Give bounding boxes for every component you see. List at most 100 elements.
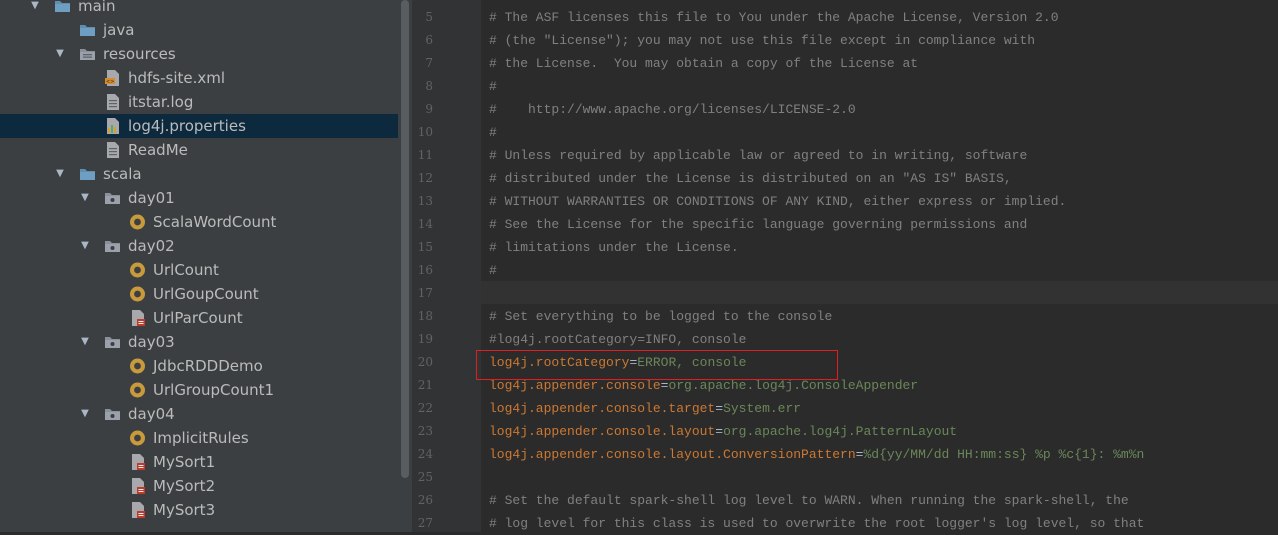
line-number: 26: [417, 493, 433, 507]
tree-scrollbar-thumb[interactable]: [401, 0, 409, 478]
scala-object-icon: [129, 213, 146, 231]
tree-item[interactable]: ▼ resources: [0, 42, 398, 66]
line-number: 25: [417, 470, 433, 484]
tree-item-label: UrlGroupCount1: [153, 381, 275, 399]
code-line[interactable]: # distributed under the License is distr…: [489, 167, 1012, 190]
tree-item[interactable]: <> hdfs-site.xml: [0, 66, 398, 90]
project-tree[interactable]: ▼ main java ▼ resources <> hdfs-site.xml itstar…: [0, 0, 398, 532]
tree-item-label: ScalaWordCount: [153, 213, 277, 231]
line-number: 5: [425, 10, 433, 24]
scala-file-icon: [129, 453, 146, 471]
code-line[interactable]: #: [489, 121, 497, 144]
tree-item[interactable]: ReadMe: [0, 138, 398, 162]
scala-file-icon: [129, 309, 146, 327]
tree-item-label: scala: [103, 165, 142, 183]
code-line[interactable]: # limitations under the License.: [489, 236, 739, 259]
tree-item[interactable]: ▼ day04: [0, 402, 398, 426]
code-line[interactable]: # Unless required by applicable law or a…: [489, 144, 1027, 167]
tree-item[interactable]: java: [0, 18, 398, 42]
tree-item[interactable]: ImplicitRules: [0, 426, 398, 450]
tree-item-label: day03: [128, 333, 175, 351]
tree-item[interactable]: ▼ day02: [0, 234, 398, 258]
code-line[interactable]: # WITHOUT WARRANTIES OR CONDITIONS OF AN…: [489, 190, 1066, 213]
line-number: 23: [417, 424, 433, 438]
code-line[interactable]: # The ASF licenses this file to You unde…: [489, 6, 1059, 29]
code-line[interactable]: log4j.appender.console.layout=org.apache…: [489, 420, 957, 443]
tree-item-label: ImplicitRules: [153, 429, 249, 447]
code-line[interactable]: #log4j.rootCategory=INFO, console: [489, 328, 746, 351]
expand-arrow-icon[interactable]: ▼: [79, 186, 91, 210]
code-line[interactable]: # Set the default spark-shell log level …: [489, 489, 1129, 512]
tree-item-label: MySort3: [153, 501, 216, 519]
code-token: # See the License for the specific langu…: [489, 217, 1028, 232]
line-number: 13: [417, 194, 433, 208]
text-file-icon: [104, 93, 121, 111]
tree-item-label: day01: [128, 189, 175, 207]
code-token: log4j.appender.console.layout: [489, 424, 716, 439]
resources-folder-icon: [79, 45, 96, 63]
expand-arrow-icon[interactable]: ▼: [79, 234, 91, 258]
code-token: =: [715, 401, 724, 416]
folder-icon: [54, 0, 71, 15]
tree-item[interactable]: ▼ day03: [0, 330, 398, 354]
code-line[interactable]: #: [489, 259, 497, 282]
line-number: 9: [425, 102, 433, 116]
code-token: log4j.appender.console.target: [489, 401, 716, 416]
expand-arrow-icon[interactable]: ▼: [79, 330, 91, 354]
tree-item-label: UrlCount: [153, 261, 219, 279]
line-number: 15: [417, 240, 433, 254]
code-token: org.apache.log4j.ConsoleAppender: [668, 378, 919, 393]
package-icon: [104, 333, 121, 351]
code-token: log4j.appender.console.layout.Conversion…: [489, 447, 856, 462]
code-line[interactable]: # the License. You may obtain a copy of …: [489, 52, 918, 75]
tree-item[interactable]: log4j.properties: [0, 114, 398, 138]
code-line[interactable]: # See the License for the specific langu…: [489, 213, 1027, 236]
scala-object-icon: [129, 261, 146, 279]
tree-item-label: day04: [128, 405, 175, 423]
tree-item[interactable]: MySort3: [0, 498, 398, 522]
code-token: org.apache.log4j.PatternLayout: [723, 424, 958, 439]
code-token: # The ASF licenses this file to You unde…: [489, 10, 1059, 25]
tree-item[interactable]: MySort2: [0, 474, 398, 498]
code-token: #: [489, 263, 497, 278]
expand-arrow-icon[interactable]: ▼: [29, 0, 41, 18]
code-token: # limitations under the License.: [489, 240, 739, 255]
tree-item[interactable]: UrlGroupCount1: [0, 378, 398, 402]
text-file-icon: [104, 141, 121, 159]
code-line[interactable]: log4j.appender.console.target=System.err: [489, 397, 801, 420]
tree-item-label: resources: [103, 45, 176, 63]
expand-arrow-icon[interactable]: ▼: [79, 402, 91, 426]
tree-item[interactable]: JdbcRDDDemo: [0, 354, 398, 378]
tree-item[interactable]: ▼ scala: [0, 162, 398, 186]
xml-file-icon: <>: [104, 69, 121, 87]
code-line[interactable]: # Set everything to be logged to the con…: [489, 305, 832, 328]
tree-item-label: MySort1: [153, 453, 216, 471]
code-token: =: [715, 424, 724, 439]
tree-item[interactable]: MySort1: [0, 450, 398, 474]
tree-item[interactable]: ▼ main: [0, 0, 398, 18]
line-number: 19: [417, 332, 433, 346]
expand-arrow-icon[interactable]: ▼: [54, 42, 66, 66]
line-number: 14: [417, 217, 433, 231]
line-number: 10: [417, 125, 433, 139]
tree-item[interactable]: ScalaWordCount: [0, 210, 398, 234]
code-line[interactable]: # http://www.apache.org/licenses/LICENSE…: [489, 98, 856, 121]
code-line[interactable]: #: [489, 75, 497, 98]
annotation-highlight-box: [476, 350, 838, 380]
tree-item[interactable]: UrlGoupCount: [0, 282, 398, 306]
tree-item[interactable]: UrlCount: [0, 258, 398, 282]
tree-item-label: itstar.log: [128, 93, 194, 111]
tree-item[interactable]: ▼ day01: [0, 186, 398, 210]
tree-item[interactable]: itstar.log: [0, 90, 398, 114]
code-line[interactable]: # (the "License"); you may not use this …: [489, 29, 1035, 52]
expand-arrow-icon[interactable]: ▼: [54, 162, 66, 186]
line-number: 18: [417, 309, 433, 323]
code-token: #: [489, 125, 497, 140]
tree-item[interactable]: UrlParCount: [0, 306, 398, 330]
scala-file-icon: [129, 477, 146, 495]
tree-item-label: ReadMe: [128, 141, 188, 159]
scala-object-icon: [129, 381, 146, 399]
code-token: # Set the default spark-shell log level …: [489, 493, 1129, 508]
code-line[interactable]: log4j.appender.console.layout.Conversion…: [489, 443, 1144, 466]
line-number: 21: [417, 378, 433, 392]
